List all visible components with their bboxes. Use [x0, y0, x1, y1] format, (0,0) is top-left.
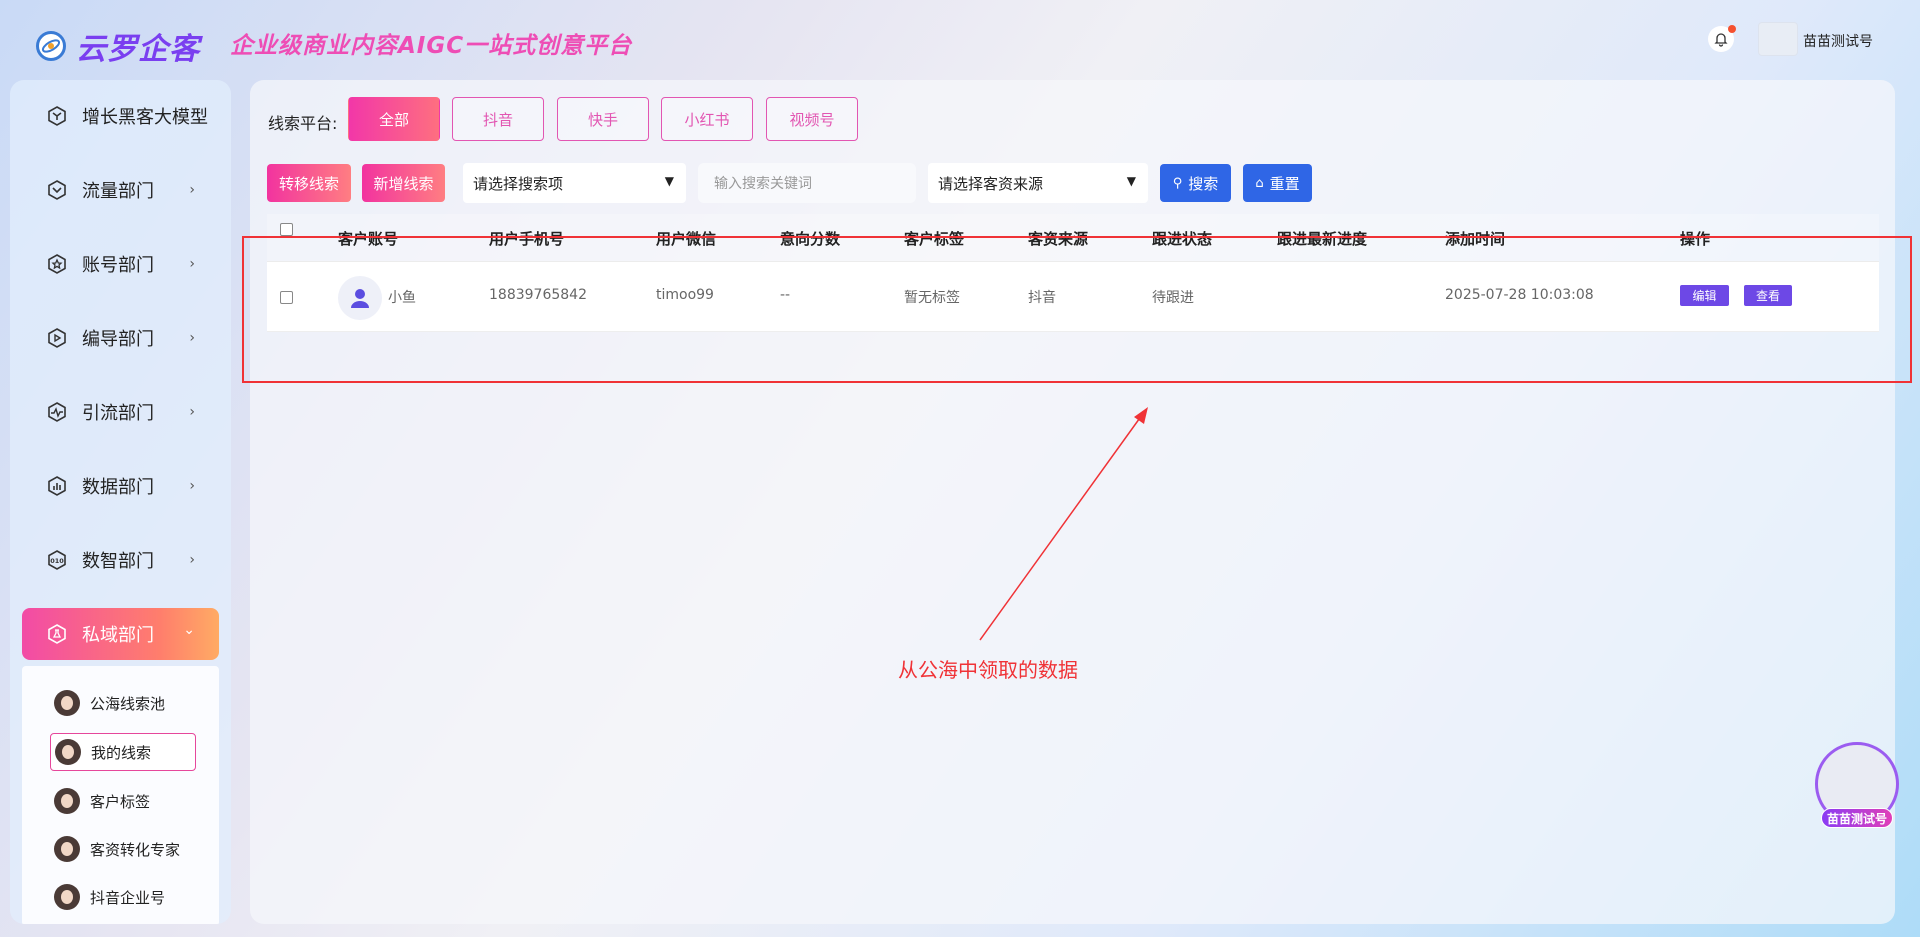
chevron-down-icon: ▼: [664, 174, 674, 188]
sub-item-conversion-expert[interactable]: 客资转化专家: [50, 830, 180, 868]
sidebar-item-smart-data[interactable]: 010 数智部门 ›: [22, 534, 219, 586]
main-panel: 线索平台: 全部 抖音 快手 小红书 视频号 转移线索 新增线索 请选择搜索项 …: [250, 80, 1895, 924]
avatar: [54, 884, 80, 910]
add-lead-button[interactable]: 新增线索: [362, 164, 445, 202]
chevron-right-icon: ›: [189, 256, 195, 272]
avatar: [54, 836, 80, 862]
sidebar-item-label: 账号部门: [82, 255, 154, 276]
lead-source-select[interactable]: 请选择客资来源 ▼: [928, 163, 1148, 203]
sidebar-item-label: 增长黑客大模型: [82, 107, 208, 128]
avatar: [55, 739, 81, 765]
hexagon-icon: [48, 106, 66, 126]
sidebar-item-data[interactable]: 数据部门 ›: [22, 460, 219, 512]
chevron-down-icon: ⌄: [183, 622, 195, 638]
annotation-highlight-box: [242, 236, 1912, 383]
select-all-checkbox[interactable]: [280, 223, 293, 236]
floating-assistant-label[interactable]: 苗苗测试号: [1821, 808, 1893, 828]
bar-chart-icon: [48, 476, 66, 496]
sub-item-douyin-enterprise[interactable]: 抖音企业号: [50, 878, 165, 916]
user-avatar[interactable]: [1758, 22, 1798, 56]
private-domain-submenu: 公海线索池 我的线索 客户标签 客资转化专家 抖音企业号: [22, 666, 219, 924]
sub-item-label: 客资转化专家: [90, 840, 181, 859]
avatar: [54, 788, 80, 814]
lead-source-value: 请选择客资来源: [938, 174, 1044, 193]
search-button[interactable]: ⚲ 搜索: [1160, 164, 1231, 202]
sidebar-item-traffic[interactable]: 流量部门 ›: [22, 164, 219, 216]
platform-shipinhao-button[interactable]: 视频号: [766, 97, 858, 141]
notification-button[interactable]: [1708, 25, 1736, 52]
user-name[interactable]: 苗苗测试号: [1803, 31, 1873, 51]
sub-item-label: 公海线索池: [90, 694, 166, 713]
sidebar-item-label: 数据部门: [82, 477, 154, 498]
top-header: 云罗企客 企业级商业内容AIGC一站式创意平台 苗苗测试号: [0, 0, 1920, 80]
search-field-value: 请选择搜索项: [473, 174, 564, 193]
sub-item-customer-tags[interactable]: 客户标签: [50, 782, 150, 820]
sidebar-item-label: 引流部门: [82, 403, 154, 424]
platform-filter-label: 线索平台:: [268, 114, 338, 133]
reset-icon: ⌂: [1255, 175, 1264, 191]
sub-item-label: 我的线索: [91, 743, 152, 762]
reset-button[interactable]: ⌂ 重置: [1243, 164, 1312, 202]
chevron-right-icon: ›: [189, 330, 195, 346]
binary-icon: 010: [48, 550, 66, 570]
sidebar-item-private-domain[interactable]: 私域部门 ⌄: [22, 608, 219, 660]
sidebar-item-account[interactable]: 账号部门 ›: [22, 238, 219, 290]
chevron-badge-icon: [48, 180, 66, 200]
keyword-search-input[interactable]: 输入搜索关键词: [698, 163, 916, 203]
flask-icon: [48, 624, 66, 644]
sidebar: 增长黑客大模型 流量部门 › 账号部门 › 编导部门 › 引流部门 › 数据部门…: [10, 80, 231, 924]
platform-all-button[interactable]: 全部: [348, 97, 440, 141]
chevron-right-icon: ›: [189, 478, 195, 494]
platform-douyin-button[interactable]: 抖音: [452, 97, 544, 141]
annotation-note: 从公海中领取的数据: [898, 658, 1078, 682]
chevron-right-icon: ›: [189, 182, 195, 198]
app-logo[interactable]: 云罗企客: [36, 24, 200, 68]
search-field-select[interactable]: 请选择搜索项 ▼: [463, 163, 686, 203]
platform-kuaishou-button[interactable]: 快手: [557, 97, 649, 141]
avatar: [54, 690, 80, 716]
notification-dot: [1728, 25, 1736, 33]
sub-item-label: 抖音企业号: [90, 888, 166, 907]
sub-item-label: 客户标签: [90, 792, 151, 811]
chevron-right-icon: ›: [189, 404, 195, 420]
logo-icon: [36, 31, 66, 61]
svg-text:010: 010: [50, 557, 64, 565]
transfer-leads-button[interactable]: 转移线索: [267, 164, 351, 202]
star-badge-icon: [48, 254, 66, 274]
sidebar-item-director[interactable]: 编导部门 ›: [22, 312, 219, 364]
chevron-right-icon: ›: [189, 552, 195, 568]
bell-icon: [1714, 33, 1728, 47]
pulse-icon: [48, 402, 66, 422]
sidebar-item-label: 流量部门: [82, 181, 154, 202]
sidebar-item-growth-model[interactable]: 增长黑客大模型: [22, 90, 219, 142]
reset-button-label: 重置: [1269, 174, 1300, 193]
play-badge-icon: [48, 328, 66, 348]
search-icon: ⚲: [1172, 175, 1183, 191]
sub-item-my-leads[interactable]: 我的线索: [50, 733, 196, 771]
platform-xiaohongshu-button[interactable]: 小红书: [661, 97, 753, 141]
chevron-down-icon: ▼: [1126, 174, 1136, 188]
sidebar-item-label: 私域部门: [82, 625, 154, 646]
app-name: 云罗企客: [76, 32, 200, 67]
sub-item-public-leads[interactable]: 公海线索池: [50, 684, 165, 722]
sidebar-item-traffic-lead[interactable]: 引流部门 ›: [22, 386, 219, 438]
sidebar-item-label: 编导部门: [82, 329, 154, 350]
app-slogan: 企业级商业内容AIGC一站式创意平台: [230, 33, 633, 59]
sidebar-item-label: 数智部门: [82, 551, 154, 572]
search-button-label: 搜索: [1188, 174, 1219, 193]
